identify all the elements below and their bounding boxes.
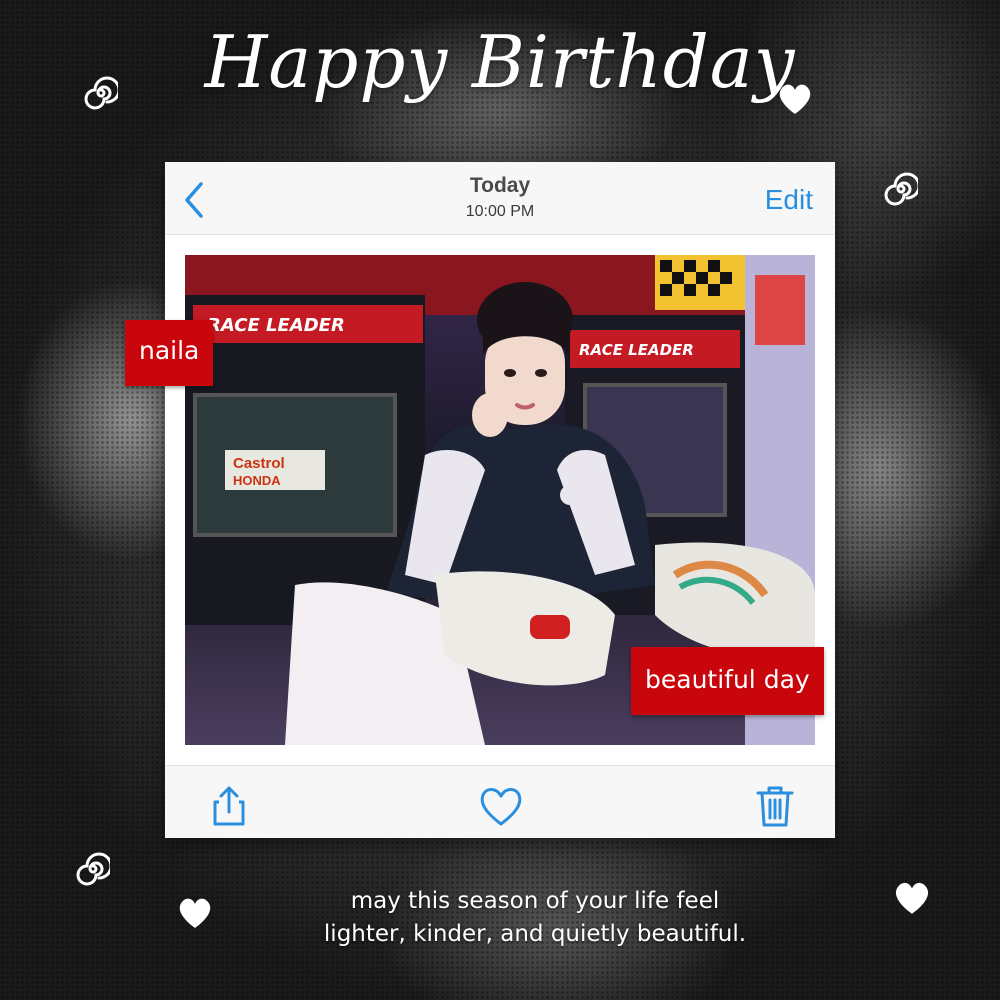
message-line-2: lighter, kinder, and quietly beautiful.: [323, 921, 747, 947]
page-title: Happy Birthday: [204, 20, 796, 104]
birthday-message: may this season of your life feel lighte…: [220, 885, 850, 951]
photo-viewer-card: Today 10:00 PM Edit RACE LEADER Castrol …: [165, 162, 835, 838]
heart-icon[interactable]: [477, 784, 525, 828]
trash-icon[interactable]: [753, 784, 797, 828]
edit-button[interactable]: Edit: [765, 184, 813, 216]
poster: [755, 275, 805, 345]
heart-icon: [779, 84, 811, 114]
checkered-flag: [655, 255, 745, 310]
message-line-1: may this season of your life feel: [350, 888, 720, 914]
nav-timestamp: 10:00 PM: [465, 203, 535, 220]
race-leader-text-left: RACE LEADER: [207, 315, 345, 336]
race-leader-text-right: RACE LEADER: [579, 341, 694, 359]
spiral-icon: [884, 172, 918, 206]
spiral-icon: [84, 76, 118, 110]
castrol-text: Castrol: [233, 455, 285, 472]
nav-title: Today: [469, 174, 531, 197]
heart-icon: [179, 898, 211, 928]
navigation-bar: Today 10:00 PM Edit: [165, 162, 835, 235]
caption-tag: beautiful day: [631, 647, 824, 715]
share-icon[interactable]: [207, 784, 251, 828]
name-tag: naila: [125, 320, 214, 386]
heart-icon: [895, 882, 929, 914]
bottom-toolbar: [165, 765, 835, 838]
honda-text: HONDA: [233, 473, 281, 488]
spiral-icon: [76, 852, 110, 886]
